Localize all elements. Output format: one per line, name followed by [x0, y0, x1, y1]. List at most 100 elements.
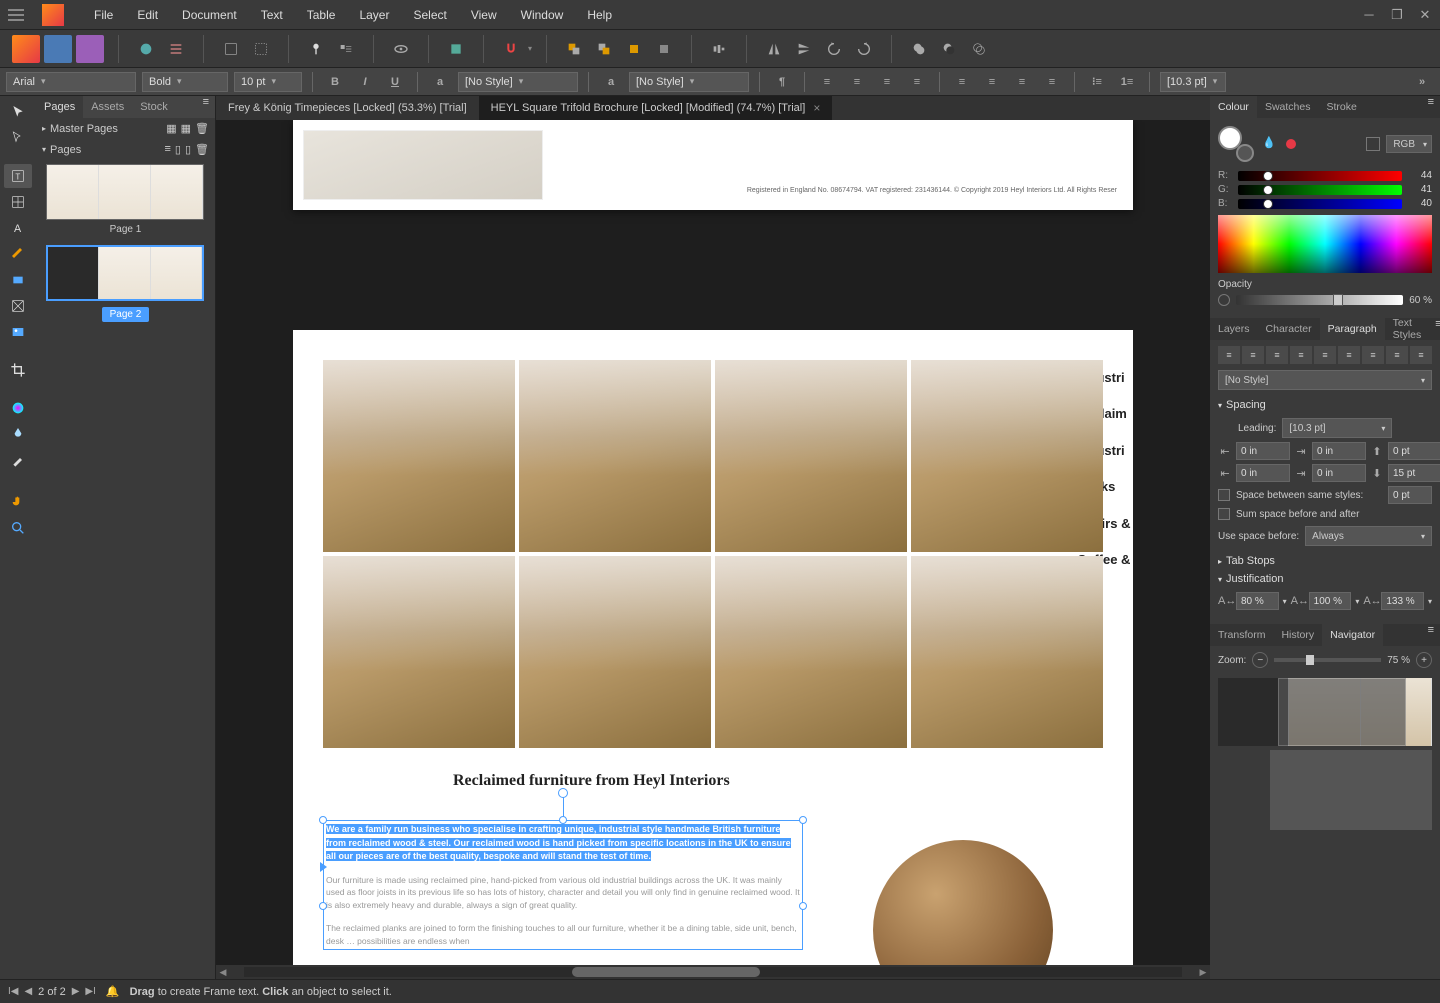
- para-style-dropdown[interactable]: [No Style]: [629, 72, 749, 92]
- list-bullet-button[interactable]: ⁝≡: [1085, 72, 1109, 92]
- maximize-button[interactable]: ❐: [1390, 8, 1404, 22]
- opacity-slider[interactable]: [1236, 295, 1403, 305]
- space-after-input[interactable]: 15 pt: [1388, 464, 1440, 482]
- underline-button[interactable]: U: [383, 72, 407, 92]
- navigator-panel-menu-icon[interactable]: ≡: [1422, 624, 1440, 646]
- intersect-op-icon[interactable]: [966, 36, 992, 62]
- align-right-button[interactable]: ≡: [875, 72, 899, 92]
- delete-master-icon[interactable]: 🗑: [195, 122, 209, 135]
- para-align-left[interactable]: ≡: [1218, 346, 1240, 364]
- tab-swatches[interactable]: Swatches: [1257, 96, 1319, 118]
- tab-stock[interactable]: Stock: [132, 96, 176, 118]
- last-line-input[interactable]: 0 in: [1312, 464, 1366, 482]
- preferences-icon[interactable]: [163, 36, 189, 62]
- para-align-right[interactable]: ≡: [1266, 346, 1288, 364]
- para-align-away[interactable]: ≡: [1410, 346, 1432, 364]
- hamburger-icon[interactable]: [8, 3, 32, 27]
- resize-handle-e[interactable]: [799, 902, 807, 910]
- para-style-icon[interactable]: a: [599, 72, 623, 92]
- menu-select[interactable]: Select: [401, 8, 458, 22]
- preview-icon[interactable]: [388, 36, 414, 62]
- frame-text-tool[interactable]: T: [4, 164, 32, 188]
- list-number-button[interactable]: 1≡: [1115, 72, 1139, 92]
- tab-history[interactable]: History: [1273, 624, 1322, 646]
- page-options-icon[interactable]: ▯: [185, 143, 191, 156]
- just-min-input[interactable]: 80 %: [1236, 592, 1279, 610]
- justification-section[interactable]: ▾Justification: [1218, 570, 1432, 588]
- pages-header[interactable]: ▾Pages ≡ ▯ ▯ 🗑: [36, 139, 215, 160]
- indent-right-input[interactable]: 0 in: [1312, 442, 1366, 460]
- color-format-icon[interactable]: [1366, 137, 1380, 151]
- menu-document[interactable]: Document: [170, 8, 249, 22]
- delete-page-icon[interactable]: 🗑: [195, 143, 209, 156]
- fill-tool[interactable]: [4, 396, 32, 420]
- rotate-ccw-icon[interactable]: [821, 36, 847, 62]
- resize-handle-nw[interactable]: [319, 816, 327, 824]
- para-align-center[interactable]: ≡: [1242, 346, 1264, 364]
- opacity-value[interactable]: 60 %: [1409, 295, 1432, 306]
- next-page-button[interactable]: ▶: [72, 986, 80, 997]
- tab-character[interactable]: Character: [1258, 318, 1320, 340]
- tab-colour[interactable]: Colour: [1210, 96, 1257, 118]
- para-justify-left[interactable]: ≡: [1290, 346, 1312, 364]
- align-icon[interactable]: [706, 36, 732, 62]
- artistic-text-tool[interactable]: A: [4, 216, 32, 240]
- same-styles-checkbox[interactable]: [1218, 489, 1230, 501]
- rectangle-tool[interactable]: [4, 268, 32, 292]
- pin-icon[interactable]: [303, 36, 329, 62]
- navigator-preview[interactable]: [1218, 678, 1432, 746]
- transparency-tool[interactable]: [4, 422, 32, 446]
- justify-center-button[interactable]: ≡: [980, 72, 1004, 92]
- font-weight-dropdown[interactable]: Bold: [142, 72, 228, 92]
- char-style-icon[interactable]: a: [428, 72, 452, 92]
- move-back-one-icon[interactable]: [621, 36, 647, 62]
- para-justify-all[interactable]: ≡: [1362, 346, 1384, 364]
- move-front-one-icon[interactable]: [651, 36, 677, 62]
- menu-layer[interactable]: Layer: [347, 8, 401, 22]
- flip-h-icon[interactable]: [761, 36, 787, 62]
- last-page-button[interactable]: ▶I: [85, 986, 95, 997]
- resize-handle-ne[interactable]: [799, 816, 807, 824]
- r-slider[interactable]: [1238, 171, 1402, 181]
- spacing-section[interactable]: ▾Spacing: [1218, 396, 1432, 414]
- tab-stroke[interactable]: Stroke: [1318, 96, 1364, 118]
- color-picker-tool[interactable]: [4, 448, 32, 472]
- menu-text[interactable]: Text: [249, 8, 295, 22]
- paragraph-panel-menu-icon[interactable]: ≡: [1429, 318, 1440, 340]
- zoom-tool[interactable]: [4, 516, 32, 540]
- eyedropper-icon[interactable]: 💧: [1262, 136, 1278, 152]
- indent-left-input[interactable]: 0 in: [1236, 442, 1290, 460]
- use-space-dropdown[interactable]: Always: [1305, 526, 1432, 546]
- float-icon[interactable]: [333, 36, 359, 62]
- b-slider[interactable]: [1238, 199, 1402, 209]
- tab-text-styles[interactable]: Text Styles: [1385, 318, 1430, 340]
- baseline-grid-icon[interactable]: [218, 36, 244, 62]
- panel-menu-icon[interactable]: ≡: [197, 96, 215, 118]
- fill-swatch[interactable]: [1236, 144, 1254, 162]
- para-style-select[interactable]: [No Style]: [1218, 370, 1432, 390]
- prev-page-button[interactable]: ◀: [24, 986, 32, 997]
- designer-persona-icon[interactable]: [44, 35, 72, 63]
- rotation-handle[interactable]: [558, 788, 568, 798]
- leading-input[interactable]: [10.3 pt]: [1282, 418, 1392, 438]
- add-page-icon[interactable]: ▯: [175, 143, 181, 156]
- snapping-icon[interactable]: [498, 36, 524, 62]
- same-styles-input[interactable]: 0 pt: [1388, 486, 1432, 504]
- para-align-spine[interactable]: ≡: [1386, 346, 1408, 364]
- subtract-op-icon[interactable]: [936, 36, 962, 62]
- menu-help[interactable]: Help: [575, 8, 624, 22]
- zoom-value[interactable]: 75 %: [1387, 655, 1410, 666]
- para-justify-right[interactable]: ≡: [1338, 346, 1360, 364]
- colour-panel-menu-icon[interactable]: ≡: [1422, 96, 1440, 118]
- bold-button[interactable]: B: [323, 72, 347, 92]
- paragraph-icon[interactable]: ¶: [770, 72, 794, 92]
- space-before-input[interactable]: 0 pt: [1388, 442, 1440, 460]
- flip-v-icon[interactable]: [791, 36, 817, 62]
- preflight-icon[interactable]: [133, 36, 159, 62]
- align-center-button[interactable]: ≡: [845, 72, 869, 92]
- add-op-icon[interactable]: [906, 36, 932, 62]
- menu-edit[interactable]: Edit: [125, 8, 170, 22]
- table-tool[interactable]: [4, 190, 32, 214]
- text-flow-in-icon[interactable]: [320, 862, 327, 872]
- font-size-dropdown[interactable]: 10 pt: [234, 72, 302, 92]
